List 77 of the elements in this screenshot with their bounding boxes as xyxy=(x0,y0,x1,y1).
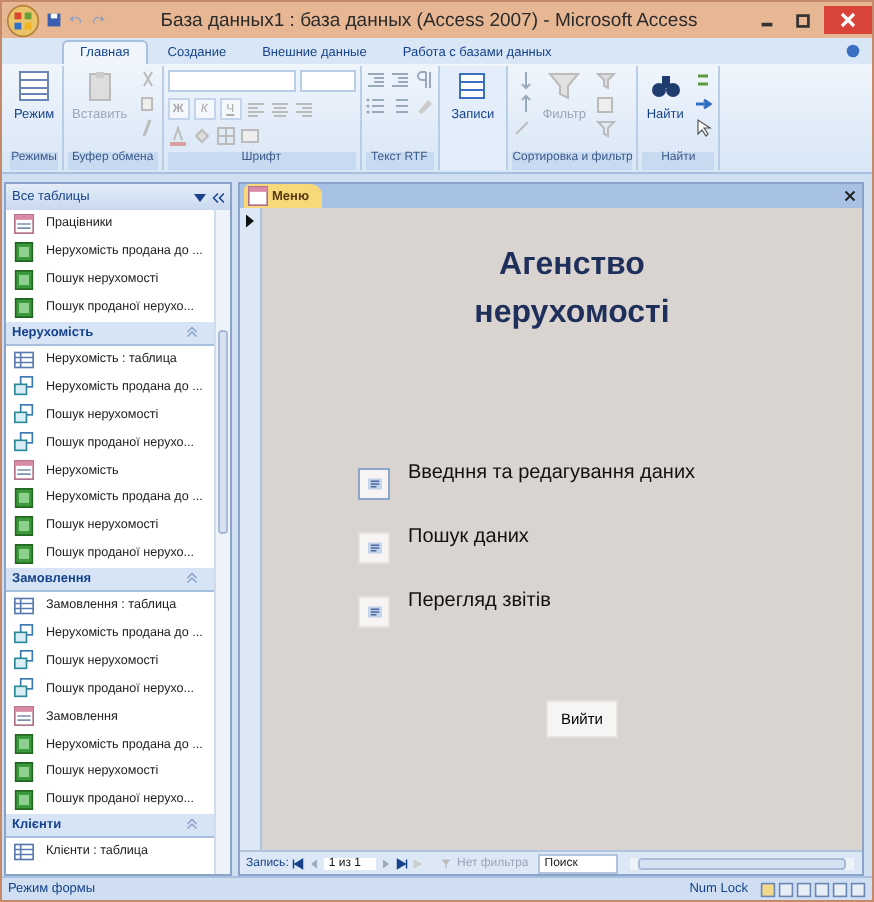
scrollbar[interactable] xyxy=(214,210,230,874)
report-icon xyxy=(14,789,34,810)
report-icon xyxy=(14,734,34,755)
paste-icon xyxy=(83,70,116,102)
report-icon xyxy=(14,515,34,536)
first-record-icon[interactable] xyxy=(292,857,305,869)
collapse-icon[interactable] xyxy=(186,572,198,585)
query-icon xyxy=(14,376,34,397)
report-icon xyxy=(14,761,34,782)
maximize-icon[interactable] xyxy=(794,11,812,29)
go-to-icon[interactable] xyxy=(693,94,714,114)
selection-filter-icon[interactable] xyxy=(596,70,617,90)
report-icon xyxy=(14,297,34,318)
query-icon xyxy=(14,404,34,425)
align-center-icon[interactable] xyxy=(269,99,290,119)
form-icon xyxy=(367,478,381,490)
collapse-icon[interactable] xyxy=(186,326,198,339)
form-icon xyxy=(14,706,34,727)
align-right-icon[interactable] xyxy=(293,99,314,119)
binoculars-icon xyxy=(649,70,682,102)
form-icon xyxy=(14,213,34,234)
save-icon[interactable] xyxy=(46,12,62,28)
filter-icon xyxy=(548,70,581,102)
records-icon xyxy=(456,70,489,102)
table-icon xyxy=(14,841,34,862)
select-icon[interactable] xyxy=(693,118,714,138)
dropdown-arrow-icon[interactable] xyxy=(194,191,206,203)
redo-icon[interactable] xyxy=(90,12,106,28)
form-icon xyxy=(367,542,381,554)
form-icon xyxy=(14,460,34,481)
collapse-pane-icon[interactable] xyxy=(212,191,224,203)
form-icon xyxy=(367,606,381,618)
collapse-icon[interactable] xyxy=(186,818,198,831)
font-color-icon[interactable] xyxy=(167,126,188,146)
bullets-icon[interactable] xyxy=(365,96,386,116)
query-icon xyxy=(14,432,34,453)
report-icon xyxy=(14,543,34,564)
advanced-filter-icon[interactable] xyxy=(596,94,617,114)
report-icon xyxy=(14,269,34,290)
font-name-field[interactable] xyxy=(167,70,296,92)
highlight-icon[interactable] xyxy=(413,96,434,116)
paragraph-icon[interactable] xyxy=(413,70,434,90)
clear-sort-icon[interactable] xyxy=(512,118,533,138)
table-icon xyxy=(14,595,34,616)
menu-button[interactable] xyxy=(358,468,390,500)
replace-icon[interactable] xyxy=(693,70,714,90)
align-left-icon[interactable] xyxy=(245,99,266,119)
query-icon xyxy=(14,678,34,699)
decrease-indent-icon[interactable] xyxy=(365,70,386,90)
close-icon[interactable] xyxy=(824,6,872,34)
current-record-icon xyxy=(246,214,254,228)
gridlines-icon[interactable] xyxy=(215,126,236,146)
view-icon xyxy=(18,70,51,102)
fill-color-icon[interactable] xyxy=(191,126,212,146)
report-icon xyxy=(14,241,34,262)
increase-indent-icon[interactable] xyxy=(389,70,410,90)
horizontal-scrollbar[interactable] xyxy=(630,857,854,869)
form-icon xyxy=(248,186,268,206)
undo-icon[interactable] xyxy=(68,12,84,28)
close-icon[interactable] xyxy=(844,190,856,202)
form-title: Агенство нерухомості xyxy=(474,246,670,334)
window-title: База данных1 : база данных (Access 2007) - Microsoft Access xyxy=(158,9,700,31)
office-button[interactable] xyxy=(6,3,40,37)
cut-icon[interactable] xyxy=(137,70,158,90)
menu-label: Перегляд звітів xyxy=(408,590,551,612)
toggle-filter-icon[interactable] xyxy=(596,118,617,138)
query-icon xyxy=(14,623,34,644)
record-selector[interactable] xyxy=(240,208,262,850)
menu-label: Введння та редагування даних xyxy=(408,462,696,484)
query-icon xyxy=(14,650,34,671)
font-size-field[interactable] xyxy=(299,70,356,92)
last-record-icon[interactable] xyxy=(396,857,409,869)
menu-label: Пошук даних xyxy=(408,526,529,548)
alternate-fill-icon[interactable] xyxy=(239,126,260,146)
report-icon xyxy=(14,487,34,508)
copy-icon[interactable] xyxy=(137,94,158,114)
table-icon xyxy=(14,349,34,369)
